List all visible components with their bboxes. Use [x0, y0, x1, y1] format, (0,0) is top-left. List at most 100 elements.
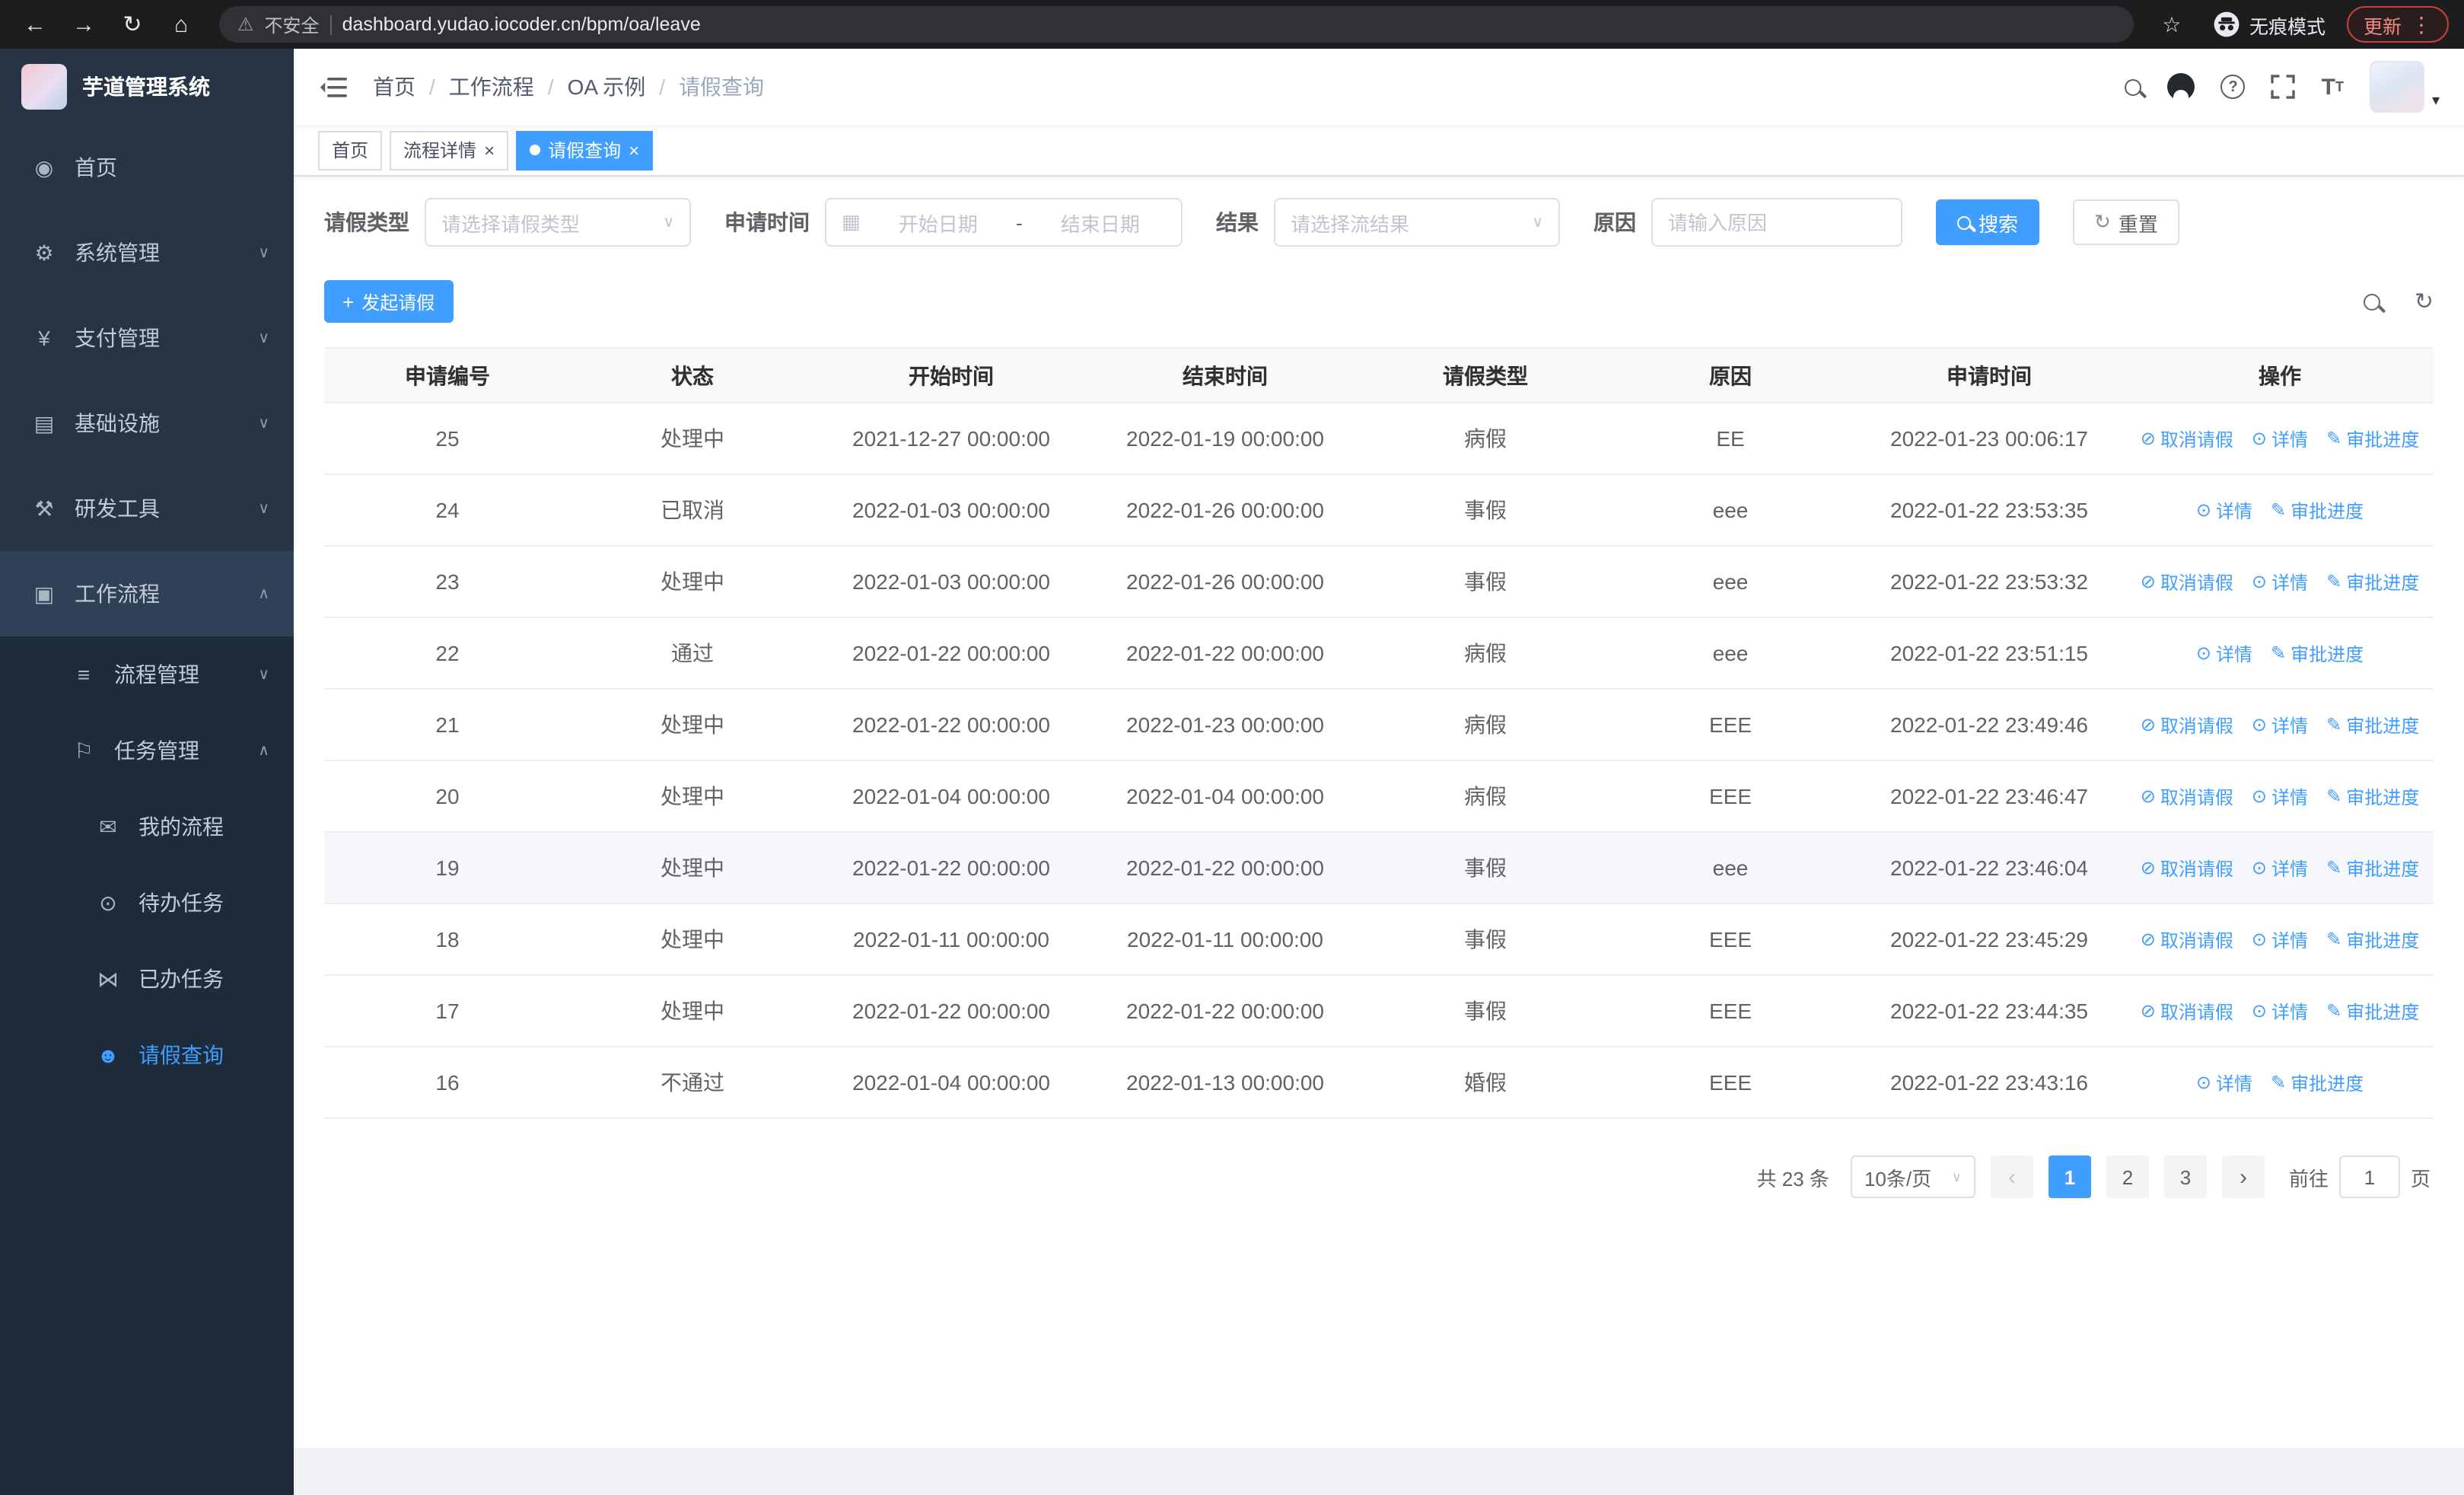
search-icon[interactable]	[2125, 78, 2142, 95]
detail-action-link[interactable]: ⊙ 详情	[2196, 497, 2252, 523]
start-date-placeholder: 开始日期	[898, 212, 978, 235]
cell-id: 16	[324, 1047, 571, 1119]
detail-action-link[interactable]: ⊙ 详情	[2196, 1069, 2252, 1095]
cell-actions: ⊘ 取消请假 ⊙ 详情 ✎ 审批进度	[2126, 546, 2434, 618]
chevron-up-icon: ∧	[258, 585, 269, 602]
bookmark-star-icon[interactable]: ☆	[2152, 5, 2192, 44]
cancel-action-link[interactable]: ⊘ 取消请假	[2141, 998, 2233, 1024]
detail-icon: ⊙	[2195, 642, 2211, 664]
fullscreen-icon[interactable]	[2271, 75, 2296, 99]
cancel-action-link[interactable]: ⊘ 取消请假	[2141, 783, 2233, 809]
browser-home-icon[interactable]: ⌂	[161, 5, 201, 44]
browser-forward-icon[interactable]: →	[64, 5, 103, 44]
progress-action-link[interactable]: ✎ 审批进度	[2271, 1069, 2364, 1095]
sidebar-item-process-management[interactable]: ≡ 流程管理 ∨	[0, 636, 294, 712]
detail-icon: ⊙	[2195, 499, 2211, 521]
browser-toolbar: ← → ↻ ⌂ ⚠ 不安全 dashboard.yudao.iocoder.cn…	[0, 0, 2464, 49]
sidebar-item-infrastructure[interactable]: ▤ 基础设施 ∨	[0, 381, 294, 466]
tags-bar: 首页 流程详情 × 请假查询 ×	[294, 125, 2464, 177]
cancel-action-link[interactable]: ⊘ 取消请假	[2141, 569, 2233, 594]
progress-action-link[interactable]: ✎ 审批进度	[2326, 783, 2419, 809]
column-header-id: 申请编号	[324, 347, 571, 403]
date-range-picker[interactable]: ▦ 开始日期 - 结束日期	[825, 198, 1183, 247]
search-button[interactable]: 搜索	[1936, 199, 2040, 245]
browser-back-icon[interactable]: ←	[15, 5, 55, 44]
search-toggle-icon[interactable]	[2364, 293, 2381, 310]
cell-reason: EEE	[1609, 904, 1852, 976]
detail-action-link[interactable]: ⊙ 详情	[2252, 712, 2308, 738]
progress-action-link[interactable]: ✎ 审批进度	[2326, 426, 2419, 451]
sidebar-item-home[interactable]: ◉ 首页	[0, 125, 294, 210]
cell-start: 2022-01-04 00:00:00	[814, 760, 1088, 833]
cell-applied: 2022-01-22 23:43:16	[1852, 1047, 2126, 1119]
sidebar-item-task-management[interactable]: ⚐ 任务管理 ∧	[0, 712, 294, 789]
page-size-select[interactable]: 10条/页 ∨	[1850, 1156, 1975, 1198]
breadcrumb-item-workflow[interactable]: 工作流程	[449, 72, 534, 102]
help-icon[interactable]: ?	[2220, 75, 2246, 99]
url-text[interactable]: dashboard.yudao.iocoder.cn/bpm/oa/leave	[342, 14, 2115, 35]
progress-action-link[interactable]: ✎ 审批进度	[2271, 640, 2364, 666]
app-logo[interactable]: 芋道管理系统	[0, 49, 294, 125]
cell-status: 不通过	[571, 1047, 814, 1119]
progress-action-link[interactable]: ✎ 审批进度	[2326, 998, 2419, 1024]
sidebar-item-leave-query[interactable]: ☻ 请假查询	[0, 1017, 294, 1093]
cell-actions: ⊙ 详情 ✎ 审批进度	[2126, 617, 2434, 690]
goto-page-input[interactable]	[2338, 1156, 2400, 1198]
create-leave-button[interactable]: + 发起请假	[324, 280, 454, 323]
detail-action-link[interactable]: ⊙ 详情	[2252, 569, 2308, 594]
sidebar-item-todo-tasks[interactable]: ⊙ 待办任务	[0, 865, 294, 941]
tab-leave-query[interactable]: 请假查询 ×	[516, 130, 654, 170]
refresh-table-icon[interactable]: ↻	[2415, 288, 2434, 315]
detail-action-link[interactable]: ⊙ 详情	[2252, 926, 2308, 952]
breadcrumb-item-oa-example[interactable]: OA 示例	[568, 72, 646, 102]
breadcrumb-item-home[interactable]: 首页	[373, 72, 415, 102]
user-menu[interactable]: ▾	[2369, 61, 2440, 113]
progress-action-link[interactable]: ✎ 审批进度	[2326, 926, 2419, 952]
github-icon[interactable]	[2167, 73, 2195, 100]
result-select[interactable]: 请选择流结果 ∨	[1274, 198, 1560, 247]
font-size-icon[interactable]: TT	[2322, 75, 2344, 98]
progress-action-link[interactable]: ✎ 审批进度	[2326, 855, 2419, 881]
next-page-button[interactable]: ›	[2221, 1156, 2265, 1198]
tab-home[interactable]: 首页	[318, 130, 383, 170]
sidebar-item-label: 研发工具	[75, 496, 160, 521]
detail-action-link[interactable]: ⊙ 详情	[2252, 998, 2308, 1024]
cell-actions: ⊘ 取消请假 ⊙ 详情 ✎ 审批进度	[2126, 904, 2434, 976]
detail-action-link[interactable]: ⊙ 详情	[2196, 640, 2252, 666]
avatar	[2369, 61, 2424, 113]
update-button[interactable]: 更新 ⋮	[2346, 6, 2449, 43]
sidebar-item-dev-tools[interactable]: ⚒ 研发工具 ∨	[0, 466, 294, 551]
cell-end: 2022-01-26 00:00:00	[1088, 474, 1362, 547]
hamburger-icon[interactable]	[318, 72, 349, 102]
progress-action-link[interactable]: ✎ 审批进度	[2326, 569, 2419, 594]
close-icon[interactable]: ×	[629, 141, 639, 159]
page-button-1[interactable]: 1	[2048, 1156, 2091, 1198]
security-label[interactable]: 不安全	[265, 11, 320, 37]
prev-page-button[interactable]: ‹	[1990, 1156, 2033, 1198]
sidebar-item-system-management[interactable]: ⚙ 系统管理 ∨	[0, 210, 294, 295]
detail-action-link[interactable]: ⊙ 详情	[2252, 855, 2308, 881]
page-button-2[interactable]: 2	[2106, 1156, 2149, 1198]
browser-menu-icon[interactable]: ⋮	[2411, 11, 2432, 37]
browser-reload-icon[interactable]: ↻	[113, 5, 152, 44]
cancel-action-link[interactable]: ⊘ 取消请假	[2141, 426, 2233, 451]
progress-action-link[interactable]: ✎ 审批进度	[2271, 497, 2364, 523]
detail-action-link[interactable]: ⊙ 详情	[2252, 783, 2308, 809]
page-button-3[interactable]: 3	[2163, 1156, 2207, 1198]
leave-type-select[interactable]: 请选择请假类型 ∨	[425, 198, 691, 247]
sidebar-item-my-processes[interactable]: ✉ 我的流程	[0, 789, 294, 865]
cancel-action-link[interactable]: ⊘ 取消请假	[2141, 855, 2233, 881]
address-bar[interactable]: ⚠ 不安全 dashboard.yudao.iocoder.cn/bpm/oa/…	[219, 6, 2134, 43]
reason-input[interactable]	[1651, 198, 1902, 247]
cancel-icon: ⊘	[2140, 786, 2156, 807]
detail-action-link[interactable]: ⊙ 详情	[2252, 426, 2308, 451]
tab-process-detail[interactable]: 流程详情 ×	[390, 130, 509, 170]
cancel-action-link[interactable]: ⊘ 取消请假	[2141, 926, 2233, 952]
sidebar-item-done-tasks[interactable]: ⋈ 已办任务	[0, 941, 294, 1017]
sidebar-item-payment-management[interactable]: ¥ 支付管理 ∨	[0, 295, 294, 381]
sidebar-item-workflow[interactable]: ▣ 工作流程 ∧	[0, 551, 294, 636]
cancel-action-link[interactable]: ⊘ 取消请假	[2141, 712, 2233, 738]
progress-action-link[interactable]: ✎ 审批进度	[2326, 712, 2419, 738]
close-icon[interactable]: ×	[484, 141, 495, 159]
reset-button[interactable]: ↻ 重置	[2073, 199, 2179, 245]
